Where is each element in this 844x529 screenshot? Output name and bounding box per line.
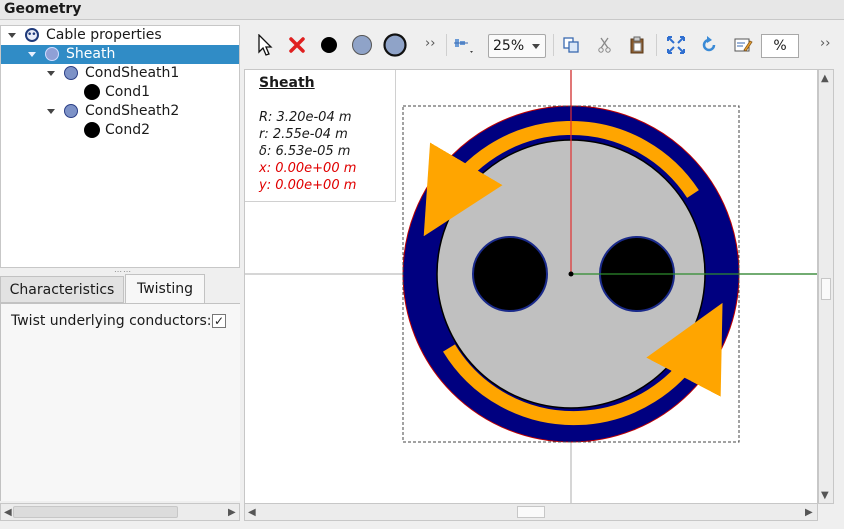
percent-field[interactable]: % <box>761 34 799 58</box>
geometry-canvas[interactable]: Sheath R: 3.20e-04 m r: 2.55e-04 m δ: 6.… <box>244 69 818 504</box>
scroll-up-icon[interactable]: ▲ <box>821 73 829 84</box>
tree-item-cond2[interactable]: Cond2 <box>1 121 239 140</box>
tree-item-sheath[interactable]: Sheath <box>1 45 239 64</box>
tree-item-condsheath1[interactable]: CondSheath1 <box>1 64 239 83</box>
info-inner-radius: r: 2.55e-04 m <box>259 127 348 142</box>
tree-item-label: CondSheath1 <box>85 65 180 81</box>
toolbar-separator <box>656 34 657 56</box>
toolbar: ›› 25% % ›› <box>246 24 844 68</box>
origin-point <box>568 271 574 277</box>
paste-icon[interactable] <box>624 32 650 58</box>
info-x-coordinate: x: 0.00e+00 m <box>259 161 357 176</box>
add-insulator-icon[interactable] <box>349 32 375 58</box>
info-y-coordinate: y: 0.00e+00 m <box>259 178 357 193</box>
info-title: Sheath <box>259 75 315 91</box>
twisting-pane: Twist underlying conductors: ✓ <box>0 303 240 501</box>
conductor-icon <box>84 122 100 138</box>
cable-icon <box>25 26 39 45</box>
canvas-horizontal-scrollbar[interactable]: ◀ ▶ <box>244 503 818 521</box>
cut-icon[interactable] <box>592 32 618 58</box>
twist-checkbox[interactable]: ✓ <box>212 314 226 328</box>
info-panel: Sheath R: 3.20e-04 m r: 2.55e-04 m δ: 6.… <box>245 70 396 202</box>
tab-twisting[interactable]: Twisting <box>125 274 205 303</box>
tree-item-label: Cable properties <box>46 27 162 43</box>
twist-label: Twist underlying conductors: <box>11 313 212 329</box>
scroll-right-icon[interactable]: ▶ <box>805 507 813 518</box>
refresh-icon[interactable] <box>696 32 722 58</box>
sheath-icon <box>64 66 78 80</box>
more-icon[interactable]: ›› <box>425 36 435 51</box>
tab-characteristics[interactable]: Characteristics <box>0 276 124 303</box>
scrollbar-thumb[interactable] <box>821 278 831 300</box>
add-conductor-icon[interactable] <box>316 32 342 58</box>
panel-title-text: Geometry <box>4 1 82 17</box>
scrollbar-thumb[interactable] <box>517 506 545 518</box>
sheath-icon <box>64 104 78 118</box>
tree-item-cond1[interactable]: Cond1 <box>1 83 239 102</box>
tab-bar: Characteristics Twisting <box>0 274 240 303</box>
scroll-down-icon[interactable]: ▼ <box>821 490 829 501</box>
canvas-vertical-scrollbar[interactable]: ▲ ▼ <box>818 69 834 504</box>
tree-item-label: Cond2 <box>105 122 151 138</box>
expand-arrow-icon[interactable] <box>46 69 56 79</box>
chevron-down-icon <box>532 44 540 49</box>
tree-item-cable-properties[interactable]: Cable properties <box>1 26 239 45</box>
info-thickness: δ: 6.53e-05 m <box>259 144 351 159</box>
zoom-select[interactable]: 25% <box>488 34 546 58</box>
copy-icon[interactable] <box>558 32 584 58</box>
tree-item-label: CondSheath2 <box>85 103 180 119</box>
fit-view-icon[interactable] <box>663 32 689 58</box>
panel-title: Geometry <box>0 0 844 20</box>
conductor-cond1[interactable] <box>472 236 548 312</box>
edit-icon[interactable] <box>730 32 756 58</box>
expand-arrow-icon[interactable] <box>46 107 56 117</box>
scroll-left-icon[interactable]: ◀ <box>248 507 256 518</box>
sheath-icon <box>45 47 59 61</box>
add-sheath-icon[interactable] <box>382 32 408 58</box>
geometry-tree[interactable]: Cable properties Sheath CondSheath1 Cond… <box>0 25 240 268</box>
scroll-left-icon[interactable]: ◀ <box>4 507 12 518</box>
toolbar-separator <box>553 34 554 56</box>
tree-item-condsheath2[interactable]: CondSheath2 <box>1 102 239 121</box>
tree-item-label: Sheath <box>66 46 116 62</box>
left-horizontal-scrollbar[interactable]: ◀ ▶ <box>0 503 240 521</box>
scrollbar-thumb[interactable] <box>13 506 178 518</box>
expand-arrow-icon[interactable] <box>7 31 17 41</box>
info-outer-radius: R: 3.20e-04 m <box>259 110 352 125</box>
tree-item-label: Cond1 <box>105 84 151 100</box>
delete-icon[interactable] <box>284 32 310 58</box>
expand-arrow-icon[interactable] <box>27 50 37 60</box>
select-arrow-icon[interactable] <box>252 32 278 58</box>
toolbar-separator <box>446 34 447 56</box>
conductor-icon <box>84 84 100 100</box>
scroll-right-icon[interactable]: ▶ <box>228 507 236 518</box>
align-icon[interactable] <box>450 32 476 58</box>
more-icon[interactable]: ›› <box>820 36 830 51</box>
zoom-value: 25% <box>493 38 525 54</box>
